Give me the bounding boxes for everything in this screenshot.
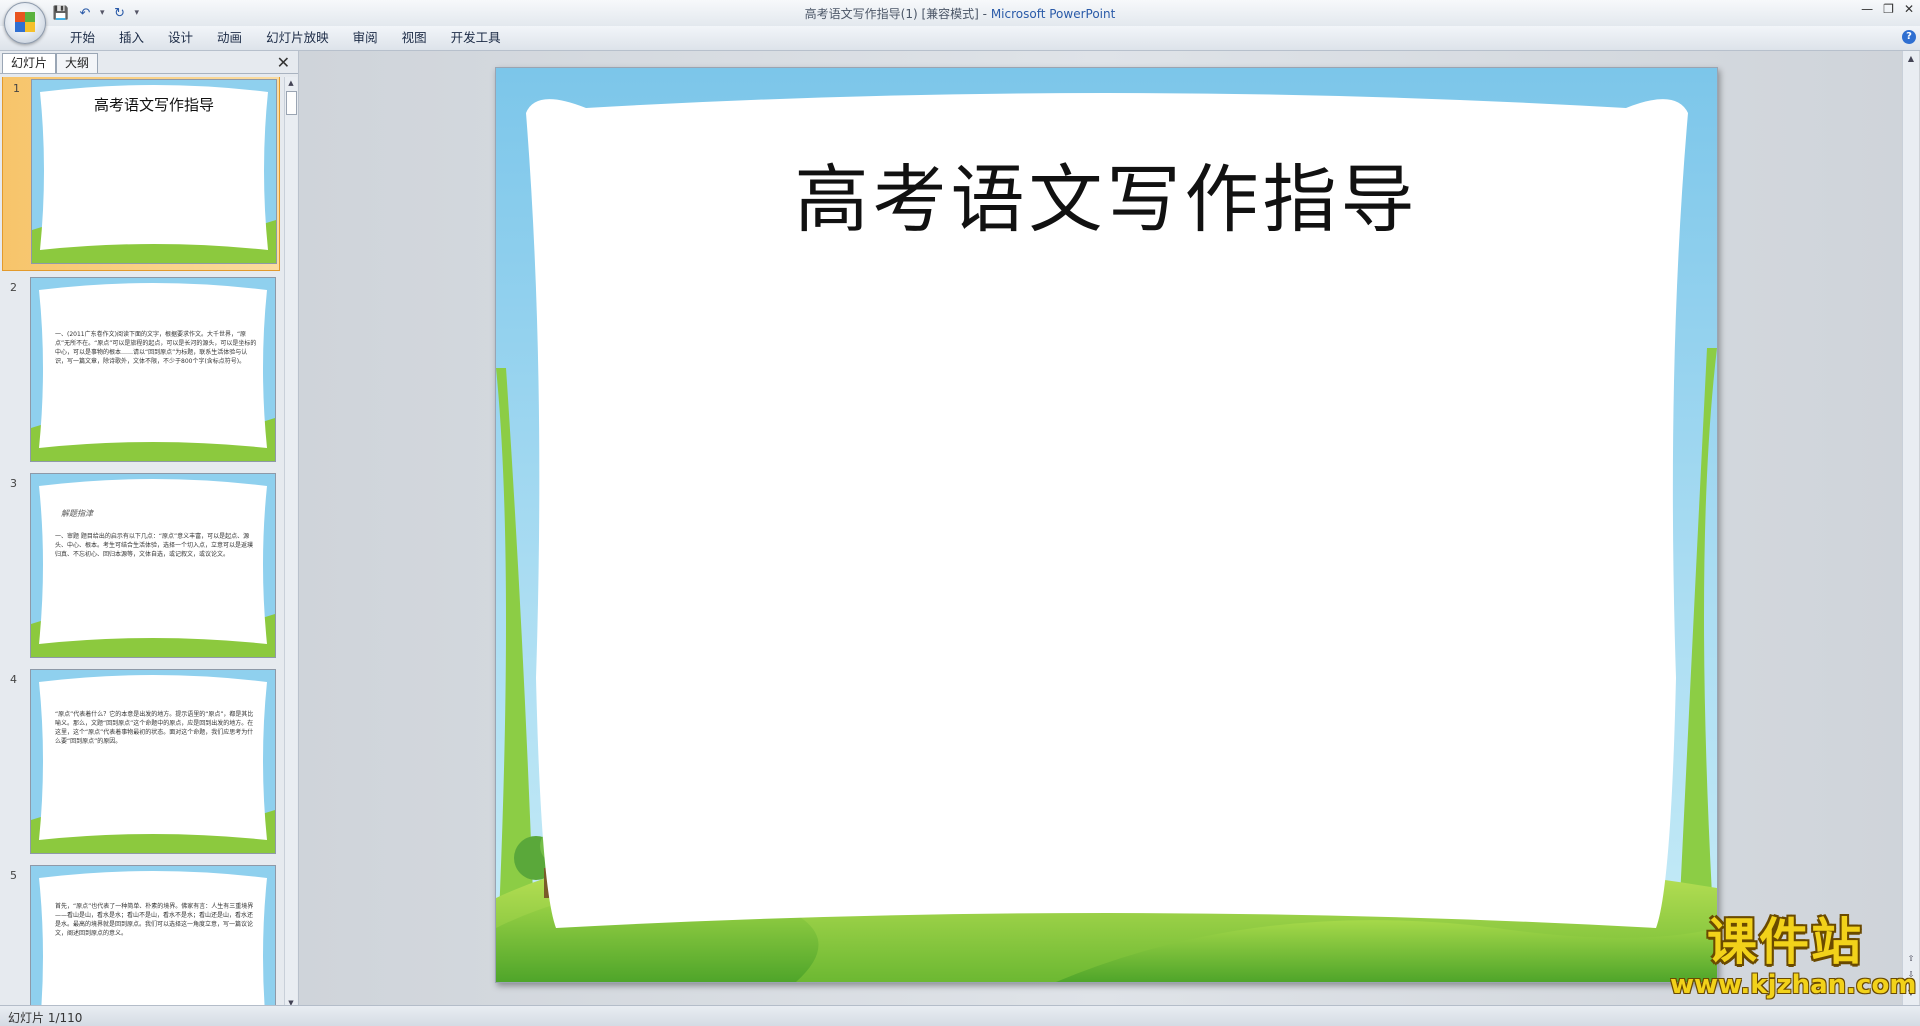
tab-slides[interactable]: 幻灯片 [2, 53, 57, 73]
pane-tabs: 幻灯片 大纲 ✕ [0, 51, 298, 74]
scroll-up-icon[interactable]: ▲ [285, 77, 297, 89]
tab-view[interactable]: 视图 [390, 30, 439, 46]
slide-editor: 高考语文写作指导 [299, 51, 1900, 1005]
thumbnail-background [31, 278, 275, 461]
thumbnail-body-text: 一、审题 题目给出的启示有以下几点：“原点”意义丰富，可以是起点、源头、中心、根… [55, 533, 254, 558]
thumbnail-number: 3 [10, 477, 17, 490]
ribbon: 开始 插入 设计 动画 幻灯片放映 审阅 视图 开发工具 ? [0, 26, 1920, 51]
window-controls: — ❐ ✕ [1861, 2, 1914, 16]
thumbnail-title: 高考语文写作指导 [93, 96, 214, 114]
thumbnail-number: 1 [13, 82, 20, 95]
ribbon-tabs: 开始 插入 设计 动画 幻灯片放映 审阅 视图 开发工具 [58, 30, 513, 46]
pane-close-icon[interactable]: ✕ [277, 53, 290, 72]
tab-animations[interactable]: 动画 [205, 30, 254, 46]
window-title-doc: 高考语文写作指导(1) [兼容模式] - [804, 7, 991, 21]
tab-outline[interactable]: 大纲 [56, 53, 99, 73]
watermark-url: www.kjzhan.com [1670, 970, 1917, 1000]
thumbnail-body-text: 一、(2011广东卷作文)阅读下面的文字，根据要求作文。大千世界，“原点”无所不… [55, 331, 257, 365]
tab-insert[interactable]: 插入 [107, 30, 156, 46]
thumbnail-list: 1 高考语文写作指导 2 一、(2011广东卷作文)阅读下面的文字，根据要求作文 [0, 77, 280, 1007]
thumbnail-background [31, 670, 275, 853]
thumbnail-subtitle: 解题指津 [61, 509, 93, 518]
scrollbar-thumb[interactable] [286, 91, 297, 115]
tab-slideshow[interactable]: 幻灯片放映 [254, 30, 341, 46]
thumbnail-row-2[interactable]: 2 一、(2011广东卷作文)阅读下面的文字，根据要求作文。大千世界，“原点”无… [0, 273, 280, 469]
help-icon[interactable]: ? [1902, 30, 1916, 44]
window-title: 高考语文写作指导(1) [兼容模式] - Microsoft PowerPoin… [0, 5, 1920, 22]
thumbnail-row-3[interactable]: 3 解题指津 一、审题 题目给出的启示有以下几点：“原点”意义丰富，可以是起点、… [0, 469, 280, 665]
title-bar: 💾 ↶ ▾ ↻ ▾ 高考语文写作指导(1) [兼容模式] - Microsoft… [0, 0, 1920, 27]
thumbnail-row-4[interactable]: 4 “原点”代表着什么？它的本意是出发的地方。提示语里的“原点”，都是其比喻义。… [0, 665, 280, 861]
minimize-icon[interactable]: — [1861, 2, 1873, 16]
thumbnail-row-1[interactable]: 1 高考语文写作指导 [2, 77, 280, 271]
slide-thumbnail-2[interactable]: 一、(2011广东卷作文)阅读下面的文字，根据要求作文。大千世界，“原点”无所不… [30, 277, 276, 462]
office-logo-icon [15, 12, 35, 32]
current-slide[interactable]: 高考语文写作指导 [495, 67, 1718, 983]
thumbnail-background [31, 474, 275, 657]
window-title-app: Microsoft PowerPoint [990, 7, 1116, 21]
slide-thumbnail-4[interactable]: “原点”代表着什么？它的本意是出发的地方。提示语里的“原点”，都是其比喻义。那么… [30, 669, 276, 854]
scroll-up-icon[interactable]: ▲ [1905, 53, 1917, 65]
thumbnail-row-5[interactable]: 5 首先，“原点”也代表了一种简单、朴素的境界。佛家有言：人生有三重境界——看山… [0, 861, 280, 1007]
tab-review[interactable]: 审阅 [341, 30, 390, 46]
watermark-title: 课件站 [1707, 913, 1863, 971]
thumbnail-body-text: 首先，“原点”也代表了一种简单、朴素的境界。佛家有言：人生有三重境界——看山是山… [55, 903, 254, 937]
office-button[interactable] [4, 2, 46, 44]
thumbnail-number: 4 [10, 673, 17, 686]
slide-thumbnail-1[interactable]: 高考语文写作指导 [31, 79, 277, 264]
tab-design[interactable]: 设计 [156, 30, 205, 46]
editor-scrollbar[interactable]: ▲ ⇧ ⇩ ▼ [1902, 51, 1919, 1005]
tab-developer[interactable]: 开发工具 [439, 30, 513, 46]
status-bar: 幻灯片 1/110 [0, 1005, 1920, 1026]
thumbnail-number: 2 [10, 281, 17, 294]
slide-title[interactable]: 高考语文写作指导 [496, 140, 1717, 247]
slide-indicator: 幻灯片 1/110 [8, 1011, 83, 1025]
thumbnail-scrollbar[interactable]: ▲ ▼ [284, 77, 297, 1009]
restore-icon[interactable]: ❐ [1883, 2, 1894, 16]
slides-pane: 幻灯片 大纲 ✕ 1 高考语文写作指导 2 一、(2011广东卷作文)阅读下面的… [0, 51, 299, 1009]
thumbnail-body-text: “原点”代表着什么？它的本意是出发的地方。提示语里的“原点”，都是其比喻义。那么… [55, 711, 254, 745]
tab-home[interactable]: 开始 [58, 30, 107, 46]
thumbnail-number: 5 [10, 869, 17, 882]
slide-thumbnail-3[interactable]: 解题指津 一、审题 题目给出的启示有以下几点：“原点”意义丰富，可以是起点、源头… [30, 473, 276, 658]
close-icon[interactable]: ✕ [1904, 2, 1914, 16]
slide-thumbnail-5[interactable]: 首先，“原点”也代表了一种简单、朴素的境界。佛家有言：人生有三重境界——看山是山… [30, 865, 276, 1007]
previous-slide-icon[interactable]: ⇧ [1905, 953, 1917, 965]
site-watermark-logo: 课件站 www.kjzhan.com [1670, 913, 1917, 1003]
